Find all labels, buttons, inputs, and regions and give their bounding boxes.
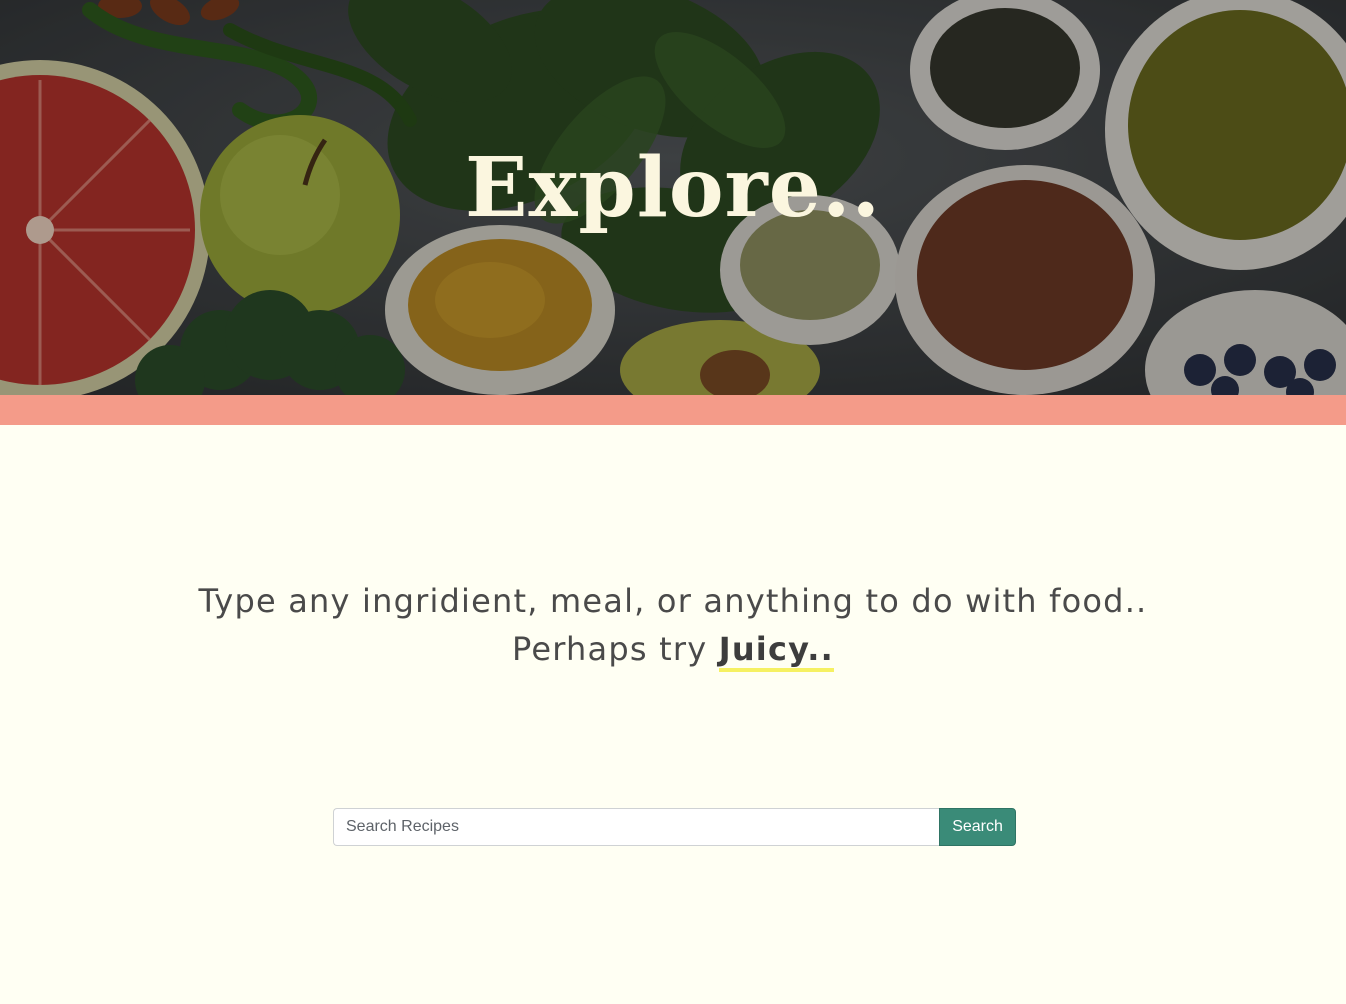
search-form: Search: [333, 808, 1016, 846]
accent-band: [0, 395, 1346, 425]
prompt-line-1: Type any ingridient, meal, or anything t…: [198, 582, 1148, 620]
search-prompt: Type any ingridient, meal, or anything t…: [0, 577, 1346, 673]
search-input[interactable]: [333, 808, 940, 846]
hero-banner: Explore..: [0, 0, 1346, 395]
search-section: Type any ingridient, meal, or anything t…: [0, 425, 1346, 1004]
suggestion-highlight: Juicy..: [718, 630, 834, 672]
prompt-line-2-prefix: Perhaps try: [512, 630, 719, 668]
search-button[interactable]: Search: [939, 808, 1016, 846]
page-title: Explore..: [464, 140, 882, 236]
